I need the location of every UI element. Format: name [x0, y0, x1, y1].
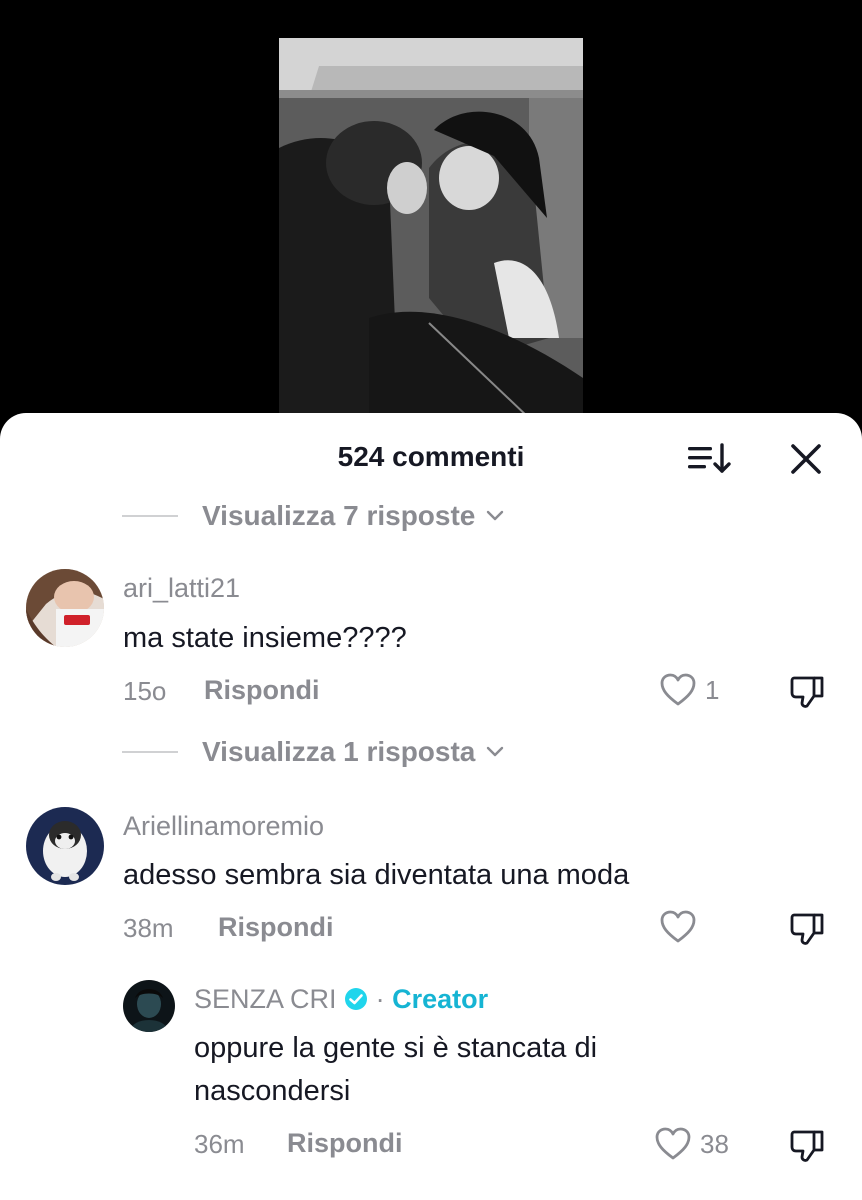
view-replies-button[interactable]: Visualizza 1 risposta	[122, 736, 505, 768]
like-button[interactable]: 1	[659, 672, 719, 708]
comment-time: 15o	[123, 676, 167, 706]
divider-line	[122, 515, 178, 517]
comment-time: 36m	[194, 1129, 245, 1159]
thumbs-down-icon	[790, 1130, 824, 1162]
view-replies-button[interactable]: Visualizza 7 risposte	[122, 500, 505, 532]
comments-count-title: 524 commenti	[337, 441, 525, 472]
comment-username-row: SENZA CRI · Creator	[194, 984, 488, 1015]
view-replies-label: Visualizza 7 risposte	[202, 500, 476, 531]
verified-badge-icon	[345, 988, 368, 1010]
dislike-button[interactable]	[788, 1126, 828, 1166]
divider-line	[122, 751, 178, 753]
reply-button[interactable]: Rispondi	[218, 912, 334, 943]
comment-username[interactable]: ari_latti21	[123, 573, 240, 604]
creator-avatar[interactable]	[123, 980, 175, 1032]
like-button[interactable]	[659, 909, 705, 945]
comments-sheet: 524 commenti Visualizza 7 risposte ari_l…	[0, 413, 862, 1200]
avatar[interactable]	[26, 569, 104, 647]
avatar-image	[26, 807, 104, 885]
chevron-down-icon	[487, 746, 504, 757]
creator-tag: Creator	[392, 984, 489, 1014]
video-player[interactable]	[0, 0, 862, 430]
heart-icon	[655, 1127, 691, 1160]
video-thumbnail	[279, 38, 583, 418]
like-count: 1	[705, 674, 720, 705]
like-count: 38	[700, 1128, 729, 1159]
comment-time: 38m	[123, 913, 174, 943]
reply-button[interactable]: Rispondi	[287, 1128, 403, 1159]
comment-text: ma state insieme????	[123, 622, 407, 654]
heart-icon	[660, 673, 696, 706]
creator-username[interactable]: SENZA CRI	[194, 984, 337, 1014]
comment-text: adesso sembra sia diventata una moda	[123, 859, 630, 891]
comment-text-line: oppure la gente si è stancata di	[194, 1032, 598, 1064]
comment-text-line: nascondersi	[194, 1075, 351, 1107]
avatar-image	[26, 569, 104, 647]
reply-button[interactable]: Rispondi	[204, 675, 320, 706]
dislike-button[interactable]	[788, 672, 828, 712]
video-image	[279, 38, 583, 418]
comments-header: 524 commenti	[0, 413, 862, 499]
sort-button[interactable]	[686, 439, 732, 479]
thumbs-down-icon	[790, 913, 824, 945]
dislike-button[interactable]	[788, 909, 828, 949]
close-button[interactable]	[786, 439, 826, 479]
comment-username[interactable]: Ariellinamoremio	[123, 811, 324, 842]
avatar-image	[123, 980, 175, 1032]
close-icon	[791, 444, 821, 474]
like-button[interactable]: 38	[654, 1126, 729, 1162]
avatar[interactable]	[26, 807, 104, 885]
chevron-down-icon	[487, 510, 504, 521]
heart-icon	[660, 910, 696, 943]
comment-text: oppure la gente si è stancata di nascond…	[194, 1027, 597, 1113]
thumbs-down-icon	[790, 676, 824, 708]
view-replies-label: Visualizza 1 risposta	[202, 736, 476, 767]
sort-icon	[688, 443, 731, 473]
creator-separator: ·	[375, 984, 385, 1014]
